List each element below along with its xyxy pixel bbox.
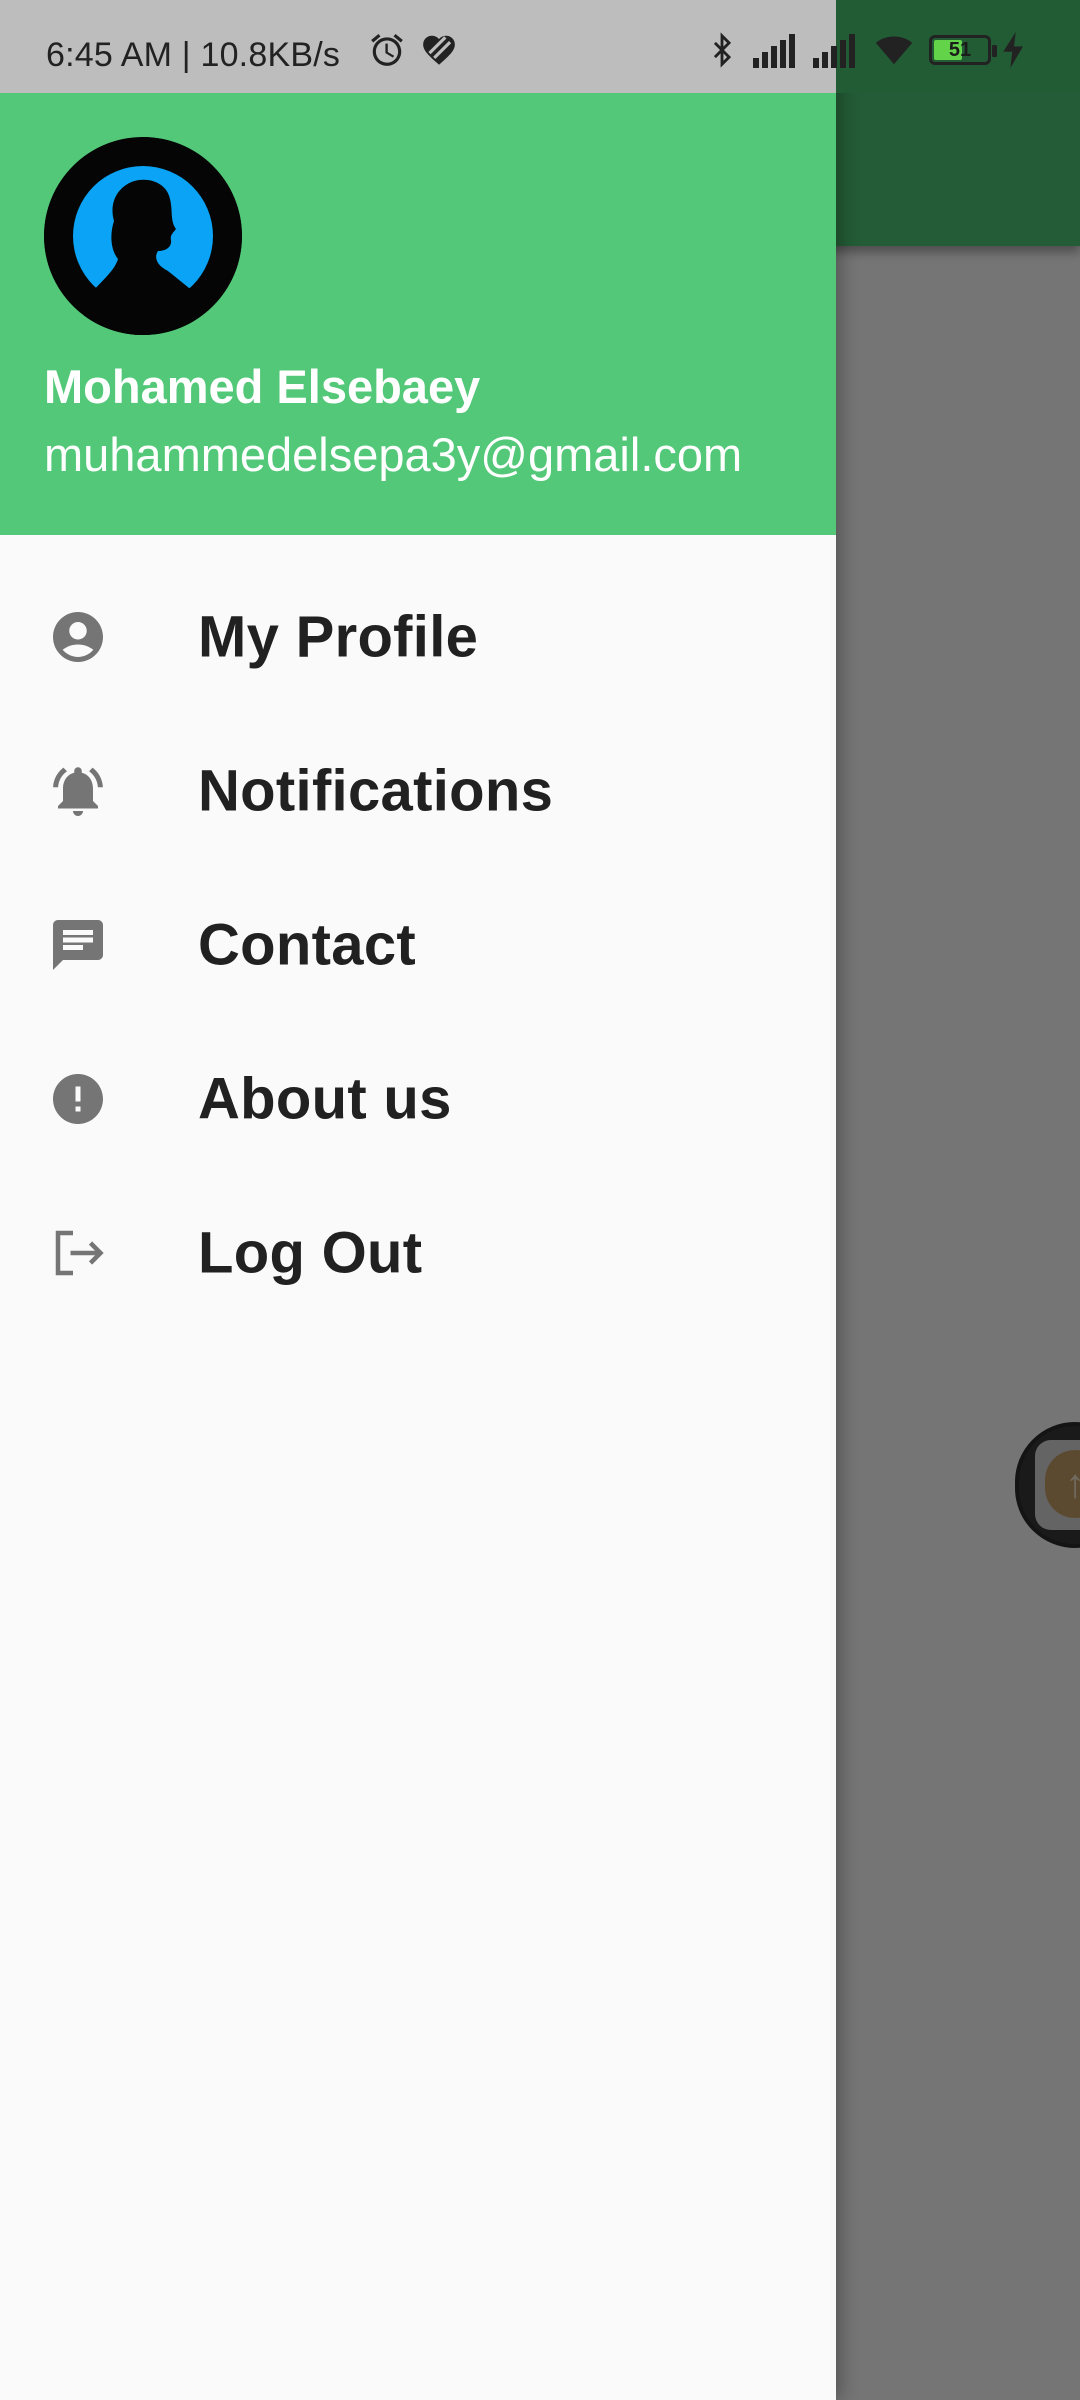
alarm-icon	[371, 33, 403, 66]
status-icons-right: 51	[705, 30, 1025, 70]
signal-icon	[753, 34, 795, 68]
drawer-item-about-us[interactable]: About us	[0, 1022, 836, 1176]
drawer-item-label: Log Out	[198, 1220, 423, 1286]
drawer-item-label: About us	[198, 1066, 452, 1132]
drawer-item-log-out[interactable]: Log Out	[0, 1176, 836, 1330]
drawer-menu: My Profile Notifications Contact About u…	[0, 535, 836, 1330]
drawer-item-notifications[interactable]: Notifications	[0, 714, 836, 868]
charging-icon	[1003, 32, 1023, 68]
status-icons-left	[368, 30, 458, 70]
drawer-item-label: Contact	[198, 912, 416, 978]
message-icon	[48, 915, 108, 975]
battery-level: 51	[948, 39, 972, 61]
drawer-header: Mohamed Elsebaey muhammedelsepa3y@gmail.…	[0, 93, 836, 535]
avatar[interactable]	[44, 137, 242, 335]
heart-icon	[423, 35, 455, 65]
status-time-speed: 6:45 AM | 10.8KB/s	[46, 36, 341, 74]
drawer-item-contact[interactable]: Contact	[0, 868, 836, 1022]
screen: ↑ Mohamed Elsebaey muhammedelsepa3y@gmai…	[0, 0, 1080, 2400]
drawer-item-label: My Profile	[198, 604, 479, 670]
drawer-item-my-profile[interactable]: My Profile	[0, 560, 836, 714]
logout-icon	[48, 1223, 108, 1283]
drawer-item-label: Notifications	[198, 758, 554, 824]
avatar-silhouette-icon	[44, 137, 242, 335]
signal-icon	[813, 34, 855, 68]
battery-nub	[992, 45, 997, 57]
account-circle-icon	[48, 607, 108, 667]
wifi-icon	[875, 36, 913, 65]
bell-ringing-icon	[48, 761, 108, 821]
user-email: muhammedelsepa3y@gmail.com	[44, 428, 743, 481]
navigation-drawer: Mohamed Elsebaey muhammedelsepa3y@gmail.…	[0, 0, 836, 2400]
user-name: Mohamed Elsebaey	[44, 360, 481, 413]
battery-icon: 51	[929, 35, 997, 65]
status-bar: 6:45 AM | 10.8KB/s 51	[0, 0, 1080, 93]
exclamation-icon	[48, 1069, 108, 1129]
bluetooth-icon	[713, 32, 732, 68]
